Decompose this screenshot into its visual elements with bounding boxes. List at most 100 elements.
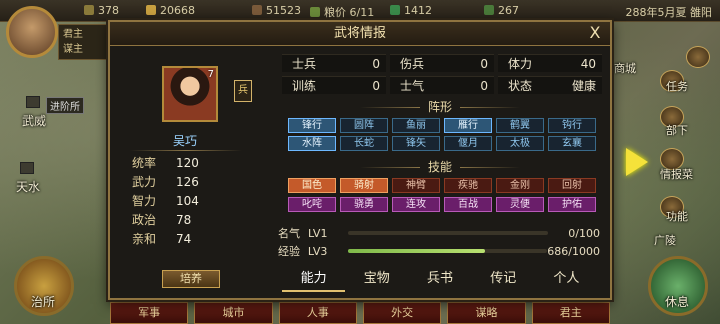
government-button[interactable]: 治所	[14, 256, 74, 316]
resource-bar: 378 20668 51523 粮价 6/11 1412 267 288年5月夏…	[0, 0, 720, 22]
close-button[interactable]: X	[586, 24, 604, 42]
menu-task[interactable]: 任务	[666, 78, 688, 94]
rest-button-label: 休息	[665, 295, 690, 309]
general-portrait[interactable]: 7	[162, 66, 218, 122]
status-label: 体力	[508, 57, 533, 71]
tab-treasure[interactable]: 宝物	[345, 268, 408, 292]
troops-value: 51523	[266, 4, 301, 17]
city-label-wuwei[interactable]: 武威	[22, 112, 46, 129]
shop-icon[interactable]	[686, 46, 710, 68]
status-label: 状态	[508, 79, 533, 93]
formation-chip[interactable]: 玄襄	[548, 136, 596, 151]
menu-subordinates[interactable]: 部下	[666, 122, 688, 138]
skill-chip[interactable]: 百战	[444, 197, 492, 212]
order-value: 267	[498, 4, 519, 17]
formation-chip[interactable]: 鹤翼	[496, 118, 544, 133]
menu-shop[interactable]: 商城	[614, 60, 636, 76]
lord-avatar[interactable]	[6, 6, 58, 58]
skill-chip[interactable]: 连攻	[392, 197, 440, 212]
tab-personal[interactable]: 个人	[535, 268, 598, 292]
money-icon	[390, 5, 400, 15]
skill-chip[interactable]: 灵便	[496, 197, 544, 212]
status-value: 健康	[571, 79, 596, 93]
troop-type-badge: 兵	[234, 80, 252, 102]
formation-chip[interactable]: 长蛇	[340, 136, 388, 151]
lord-line-1: 君主	[63, 29, 83, 40]
money-value: 1412	[404, 4, 432, 17]
stat-label: 亲和	[132, 232, 157, 246]
formation-chip[interactable]: 太极	[496, 136, 544, 151]
status-value: 40	[580, 57, 596, 71]
menu-diplomacy[interactable]: 外交	[362, 302, 442, 324]
menu-lord[interactable]: 君主	[531, 302, 610, 324]
dialog-title: 武将情报	[333, 26, 386, 41]
fame-progress: 0/100	[568, 226, 600, 240]
grain-price-value: 6/11	[349, 6, 375, 19]
grain-icon	[310, 7, 320, 17]
game-date: 288年5月夏 雒阳	[625, 6, 713, 19]
city-marker-wuwei[interactable]	[26, 96, 40, 108]
exp-bar-fill	[347, 249, 485, 253]
tab-ability[interactable]: 能力	[282, 268, 346, 292]
stat-row: 智力 104	[132, 192, 242, 211]
skill-chip[interactable]: 叱咤	[288, 197, 336, 212]
rest-button[interactable]: 休息	[648, 256, 708, 316]
formation-chip[interactable]: 圆阵	[340, 118, 388, 133]
formation-chip[interactable]: 鱼丽	[392, 118, 440, 133]
exp-progress: 686/1000	[547, 244, 600, 258]
fame-row: 名气 LV1 0/100	[278, 226, 604, 241]
advance-tag[interactable]: 进阶所	[46, 97, 84, 114]
menu-personnel[interactable]: 人事	[278, 302, 357, 324]
city-label-guangling[interactable]: 广陵	[654, 232, 676, 248]
stat-label: 政治	[132, 213, 157, 227]
status-cell: 士气 0	[390, 76, 494, 94]
formation-chip[interactable]: 偃月	[444, 136, 492, 151]
lord-box[interactable]: 君主 谋主	[58, 24, 108, 60]
menu-strategy[interactable]: 谋略	[447, 302, 526, 324]
status-cell: 伤兵 0	[390, 54, 494, 72]
formation-chip[interactable]: 锋矢	[392, 136, 440, 151]
city-label-tianshui[interactable]: 天水	[16, 178, 40, 195]
formation-chip[interactable]: 水阵	[288, 136, 336, 151]
skill-chip[interactable]: 神臂	[392, 178, 440, 193]
skill-chip[interactable]: 疾驰	[444, 178, 492, 193]
menu-city[interactable]: 城市	[194, 302, 273, 324]
formation-chip[interactable]: 雁行	[444, 118, 492, 133]
menu-military[interactable]: 军事	[110, 302, 189, 324]
train-button[interactable]: 培养	[162, 270, 220, 288]
status-label: 士兵	[292, 57, 317, 71]
menu-function[interactable]: 功能	[666, 208, 688, 224]
formation-chip[interactable]: 钩行	[548, 118, 596, 133]
grain-price-label: 粮价	[324, 6, 346, 19]
formation-chip[interactable]: 锋行	[288, 118, 336, 133]
status-value: 0	[372, 57, 380, 71]
pointer-arrow-icon	[626, 148, 648, 176]
skill-chip[interactable]: 骁勇	[340, 197, 388, 212]
stat-value: 104	[176, 194, 199, 208]
formation-title: 阵形	[270, 98, 610, 115]
status-row-1: 士兵 0 伤兵 0 体力 40	[282, 54, 602, 72]
stat-label: 智力	[132, 194, 157, 208]
status-cell: 体力 40	[498, 54, 602, 72]
dialog-header: 武将情报 X	[110, 22, 610, 46]
menu-intel[interactable]: 情报菜	[660, 166, 693, 182]
skill-chip[interactable]: 金刚	[496, 178, 544, 193]
exp-label: 经验	[278, 245, 300, 258]
general-profile: 7 兵 吴巧 统率 120 武力 126 智力 104 政治 78 亲和 74 培养	[110, 46, 260, 300]
skill-chip[interactable]: 国色	[288, 178, 336, 193]
stat-value: 78	[176, 213, 192, 227]
skill-chip[interactable]: 骑射	[340, 178, 388, 193]
city-marker-tianshui[interactable]	[20, 162, 34, 174]
stat-row: 政治 78	[132, 211, 242, 230]
exp-level: LV3	[307, 244, 328, 258]
gold-icon	[146, 5, 156, 15]
tab-military-book[interactable]: 兵书	[408, 268, 471, 292]
resource-money: 1412	[390, 4, 432, 17]
status-value: 0	[480, 57, 488, 71]
status-cell: 状态 健康	[498, 76, 602, 94]
stat-value: 74	[176, 232, 192, 246]
tab-biography[interactable]: 传记	[472, 268, 535, 292]
general-detail: 士兵 0 伤兵 0 体力 40 训练 0 士气 0 状态 健康 阵形 锋行 圆阵 鱼丽 雁行 鹤翼钩…	[270, 46, 610, 300]
skill-chip[interactable]: 回射	[548, 178, 596, 193]
skill-chip[interactable]: 护佑	[548, 197, 596, 212]
